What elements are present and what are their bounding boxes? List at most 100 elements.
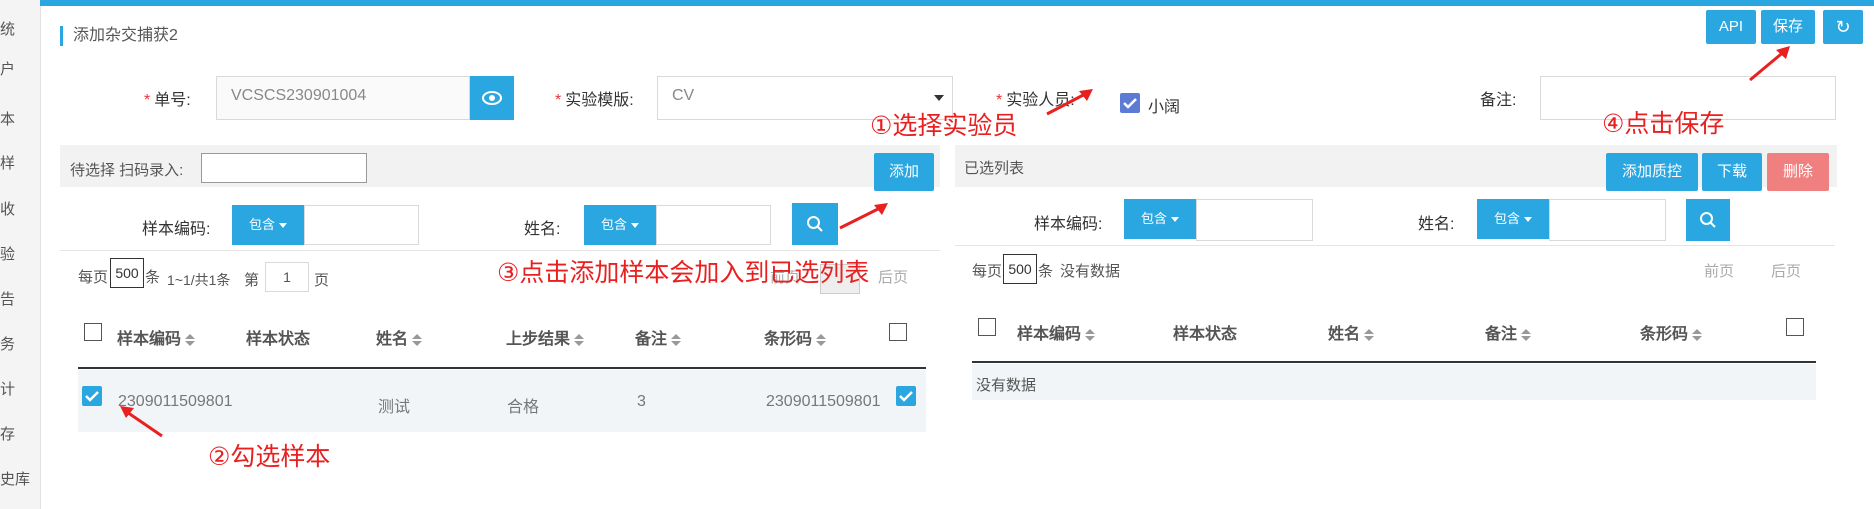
sort-icon [1364,328,1375,341]
sidebar-item[interactable]: 务 [0,333,15,354]
annotation-step3: ③点击添加样本会加入到已选列表 [497,259,870,287]
sort-icon [1521,328,1532,341]
filter-name-input[interactable] [1549,199,1666,241]
sidebar-item[interactable]: 统 [0,18,15,39]
cell-result: 合格 [507,399,540,416]
sidebar-item[interactable]: 验 [0,243,15,264]
column-header: 样本状态 [1173,326,1238,343]
select-all-checkbox[interactable] [978,318,996,336]
pager-info: 没有数据 [1060,263,1121,280]
prev-page-button[interactable]: 前页 [1704,260,1734,281]
pager-label: 每页 [972,263,1003,280]
column-header[interactable]: 样本编码 [1017,320,1096,344]
scan-input[interactable] [201,153,367,183]
cell-name: 测试 [378,399,411,416]
annotation-arrow-icon [1749,46,1790,82]
view-button[interactable] [470,76,514,120]
contains-dropdown[interactable]: 包含 [1124,199,1196,239]
scan-label: 待选择 扫码录入: [70,162,184,179]
row-barcode-checkbox[interactable] [896,386,916,406]
filter-name-label: 姓名: [524,221,561,238]
page-number-input[interactable]: 1 [265,262,309,292]
column-header[interactable]: 姓名 [1328,320,1375,344]
save-button[interactable]: 保存 [1761,10,1815,44]
pager-info: 1~1/共1条 [167,272,231,288]
select-all-barcode-checkbox[interactable] [1786,318,1804,336]
annotation-arrow-icon [839,203,888,230]
select-all-checkbox[interactable] [84,323,102,341]
order-no-label: * 单号: [144,92,191,109]
contains-dropdown[interactable]: 包含 [232,205,304,245]
column-header[interactable]: 条形码 [1640,320,1703,344]
page-size-select[interactable]: 500 [110,258,144,288]
filter-code-input[interactable] [304,205,419,245]
sort-icon [816,333,827,346]
filter-name-input[interactable] [656,205,771,245]
order-no-field[interactable]: VCSCS230901004 [216,76,470,120]
template-label: * 实验模版: [555,92,634,109]
column-header[interactable]: 条形码 [764,325,827,349]
column-header[interactable]: 样本编码 [117,325,196,349]
column-header[interactable]: 上步结果 [506,325,585,349]
contains-dropdown[interactable]: 包含 [1477,199,1549,239]
row-checkbox[interactable] [82,386,102,406]
page-size-select[interactable]: 500 [1003,254,1037,284]
add-qc-button[interactable]: 添加质控 [1606,153,1698,191]
filter-code-input[interactable] [1196,199,1313,241]
contains-dropdown[interactable]: 包含 [584,205,656,245]
sort-icon [412,333,423,346]
staff-name: 小阔 [1148,99,1181,116]
column-header[interactable]: 姓名 [376,325,423,349]
eye-icon [482,91,502,105]
empty-row [972,364,1816,400]
cell-barcode: 2309011509801 [766,393,881,410]
sort-icon [671,333,682,346]
divider [955,245,1835,246]
chevron-down-icon [934,95,944,101]
add-button[interactable]: 添加 [874,153,934,191]
sidebar-item[interactable]: 计 [0,378,15,399]
annotation-arrow-icon [1046,89,1093,116]
refresh-button[interactable]: ↻ [1823,10,1863,44]
column-header[interactable]: 备注 [1485,320,1532,344]
download-button[interactable]: 下载 [1702,153,1762,191]
sidebar-item[interactable]: 户 [0,58,15,79]
next-page-button[interactable]: 后页 [878,266,908,287]
table-header-rule [78,367,926,369]
sidebar-item[interactable]: 样 [0,152,15,173]
filter-code-label: 样本编码: [1034,216,1103,233]
search-button[interactable] [1686,199,1730,241]
pager-unit: 条 [1038,263,1054,280]
delete-button[interactable]: 删除 [1767,153,1829,191]
divider [60,250,940,251]
sort-icon [1085,328,1096,341]
sort-icon [185,333,196,346]
column-header[interactable]: 备注 [635,325,682,349]
filter-code-label: 样本编码: [142,221,211,238]
annotation-step2: ②勾选样本 [208,443,331,471]
sidebar-item[interactable]: 存 [0,423,15,444]
pager-unit: 条 [145,269,161,286]
top-accent-bar [40,0,1874,6]
annotation-arrow-icon [120,406,163,438]
sidebar-item[interactable]: 收 [0,198,15,219]
api-button[interactable]: API [1706,10,1756,44]
next-page-button[interactable]: 后页 [1771,260,1801,281]
left-panel-bar [60,145,940,187]
sidebar: 统 户 本 样 收 验 告 务 计 存 史库 [0,0,41,509]
empty-text: 没有数据 [976,377,1037,394]
remark-label: 备注: [1480,92,1517,109]
column-header: 样本状态 [246,331,311,348]
search-button[interactable] [792,203,838,245]
staff-checkbox[interactable] [1120,93,1140,113]
annotation-step4: ④点击保存 [1602,110,1725,138]
sidebar-item[interactable]: 告 [0,288,15,309]
sort-icon [1692,328,1703,341]
select-all-barcode-checkbox[interactable] [889,323,907,341]
filter-name-label: 姓名: [1418,216,1455,233]
selected-list-title: 已选列表 [964,160,1025,177]
sidebar-item[interactable]: 本 [0,108,15,129]
annotation-step1: ①选择实验员 [870,112,1018,140]
sidebar-item[interactable]: 史库 [0,468,30,489]
pager-label: 每页 [78,269,109,286]
